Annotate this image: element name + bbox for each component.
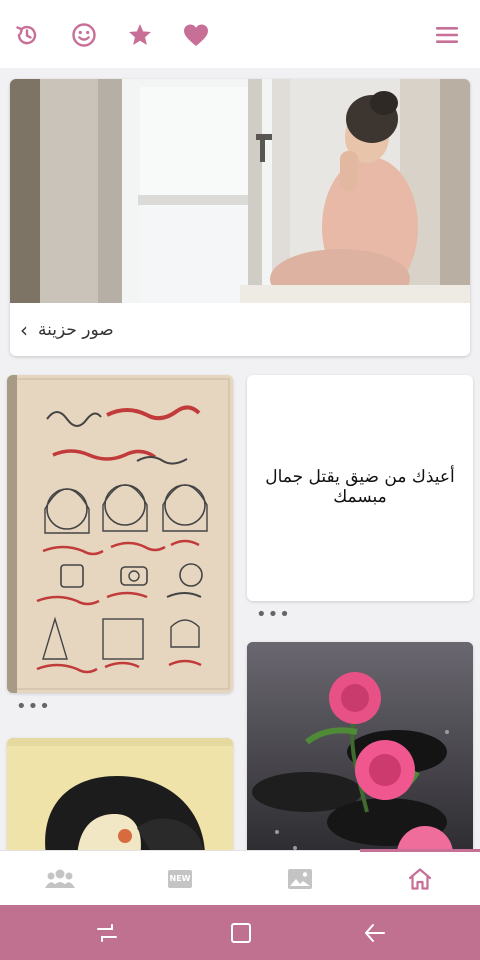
history-icon[interactable] <box>12 20 42 50</box>
image-card[interactable] <box>7 738 233 862</box>
cartoon-image <box>7 738 233 862</box>
back-icon[interactable] <box>362 920 388 946</box>
image-card[interactable] <box>7 375 233 693</box>
image-card[interactable] <box>247 642 473 862</box>
gallery-icon[interactable] <box>240 851 360 906</box>
people-icon[interactable] <box>0 851 120 906</box>
new-badge-icon[interactable]: NEW <box>120 851 240 906</box>
new-badge-label: NEW <box>169 874 191 883</box>
top-app-bar <box>0 0 480 68</box>
home-square-icon[interactable] <box>228 920 254 946</box>
more-options-button[interactable]: ••• <box>256 606 291 624</box>
menu-icon[interactable] <box>432 20 462 50</box>
quote-card[interactable]: أعيذك من ضيق يقتل جمال مبسمك <box>247 375 473 601</box>
smiley-icon[interactable] <box>69 20 99 50</box>
hero-image <box>10 79 470 303</box>
poster-image <box>7 375 233 693</box>
star-icon[interactable] <box>125 20 155 50</box>
category-title: صور حزينة <box>38 319 114 340</box>
roses-image <box>247 642 473 862</box>
heart-icon[interactable] <box>181 20 211 50</box>
category-card-sad-pictures[interactable]: ‹ صور حزينة <box>10 79 470 356</box>
bottom-navigation: NEW <box>0 849 480 906</box>
chevron-left-icon: ‹ <box>20 317 28 342</box>
home-icon[interactable] <box>360 851 480 906</box>
more-options-button[interactable]: ••• <box>16 698 51 716</box>
system-navigation-bar <box>0 905 480 960</box>
hero-caption[interactable]: ‹ صور حزينة <box>10 303 470 356</box>
quote-text: أعيذك من ضيق يقتل جمال مبسمك <box>265 467 455 507</box>
recents-icon[interactable] <box>94 920 120 946</box>
